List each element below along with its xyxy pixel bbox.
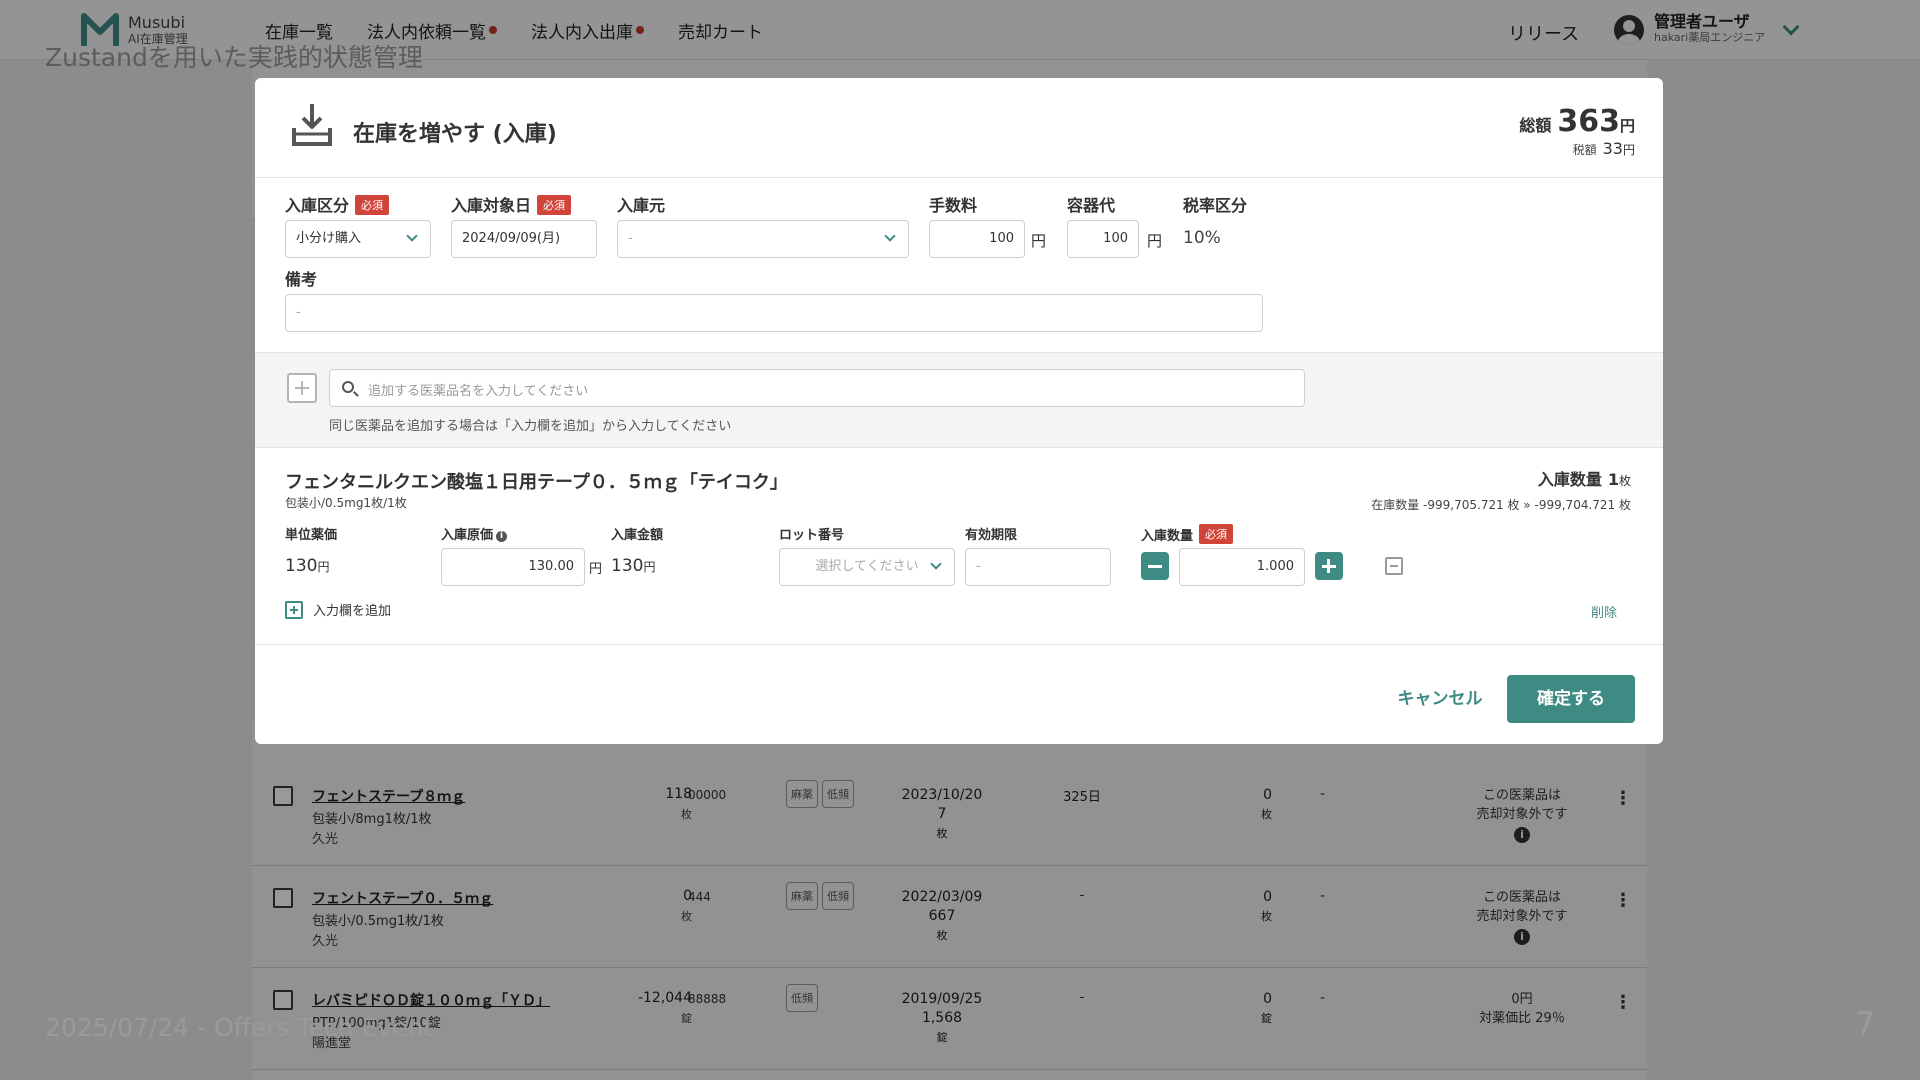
expiry-label: 有効期限 [965,528,1018,543]
cost-input[interactable]: 130.00 [441,548,585,586]
note-label: 備考 [285,270,318,289]
cost-yen-unit: 円 [589,562,603,577]
stock-in-date-field[interactable]: 2024/09/09(月) [451,220,597,258]
tax-class-value: 10% [1183,228,1221,248]
tax-class-label: 税率区分 [1183,196,1248,215]
confirm-button[interactable]: 確定する [1507,675,1635,723]
total-label: 総額 [1519,116,1552,135]
amount-label: 入庫金額 [611,528,664,543]
stock-in-source-select[interactable]: - [617,220,909,258]
info-icon[interactable]: i [496,531,508,542]
tax-label: 税額 [1572,143,1597,157]
qty-summary-label: 入庫数量 [1537,470,1602,489]
note-input[interactable]: - [285,294,1263,332]
modal-title: 在庫を増やす (入庫) [353,122,557,147]
in-qty-label: 入庫数量 必須 [1141,524,1234,544]
cancel-button[interactable]: キャンセル [1365,675,1515,723]
total-summary: 総額 363円 税額 33円 [1519,104,1635,158]
add-drug-plus-icon[interactable] [287,373,317,403]
container-fee-label: 容器代 [1067,196,1116,215]
add-row-label: 入力欄を追加 [313,604,392,619]
modal-footer: キャンセル 確定する [255,644,1663,744]
stock-in-date-label: 入庫対象日 必須 [451,192,572,216]
decrement-button[interactable] [1141,552,1169,580]
tax-value: 33 [1602,139,1623,158]
search-icon [342,381,354,393]
chevron-down-icon [406,230,418,242]
plus-square-icon [285,600,303,619]
chevron-down-icon [884,230,896,242]
delete-item-link[interactable]: 削除 [1591,602,1617,621]
fee-label: 手数料 [929,196,978,215]
container-fee-input[interactable]: 100 [1067,220,1139,258]
container-yen-unit: 円 [1147,232,1163,250]
search-hint: 同じ医薬品を追加する場合は「入力欄を追加」から入力してください [329,419,732,434]
stock-in-modal: 在庫を増やす (入庫) 総額 363円 税額 33円 入庫区分 必須 小分け購入 入庫… [255,78,1663,744]
add-input-row-button[interactable]: 入力欄を追加 [285,600,391,619]
modal-header: 在庫を増やす (入庫) 総額 363円 税額 33円 [255,78,1663,178]
drug-search-input[interactable]: 追加する医薬品名を入力してください [329,369,1305,407]
lot-label: ロット番号 [779,528,845,543]
lot-select[interactable]: 選択してください [779,548,955,586]
unit-price-value: 130円 [285,556,330,576]
qty-summary-unit: 枚 [1618,474,1631,488]
stock-change-line: 在庫数量 -999,705.721 枚 » -999,704.721 枚 [1371,498,1631,512]
stock-in-type-select[interactable]: 小分け購入 [285,220,431,258]
expiry-input[interactable]: - [965,548,1111,586]
unit-price-label: 単位薬価 [285,528,338,543]
stock-in-source-label: 入庫元 [617,196,666,215]
stock-in-source-value: - [628,231,633,246]
tax-unit: 円 [1622,143,1635,157]
amount-value: 130円 [611,556,656,576]
item-package: 包装小/0.5mg1枚/1枚 [285,496,407,510]
required-badge: 必須 [537,195,572,215]
slide-footer: 2025/07/24 - Offers Tech Event [45,1013,434,1042]
lot-placeholder: 選択してください [815,559,919,574]
item-quantity-summary: 入庫数量 1枚 [1538,466,1631,490]
required-badge: 必須 [355,195,390,215]
cost-label: 入庫原価 i [441,524,508,543]
fee-input[interactable]: 100 [929,220,1025,258]
chevron-down-icon [930,558,942,570]
download-tray-icon [292,104,332,146]
required-badge: 必須 [1199,524,1234,544]
remove-row-icon[interactable] [1385,557,1403,575]
slide-number: 7 [1855,1005,1876,1043]
fee-yen-unit: 円 [1031,232,1047,250]
drug-search-section: 追加する医薬品名を入力してください 同じ医薬品を追加する場合は「入力欄を追加」か… [255,352,1663,448]
increment-button[interactable] [1315,552,1343,580]
stock-in-type-value: 小分け購入 [296,231,362,246]
stock-in-type-label: 入庫区分 必須 [285,192,390,216]
qty-summary-value: 1 [1607,470,1619,489]
total-unit: 円 [1619,117,1635,135]
item-name: フェンタニルクエン酸塩１日用テープ０．５ｍｇ「テイコク」 [285,472,788,493]
total-value: 363 [1557,104,1620,139]
in-qty-input[interactable]: 1.000 [1179,548,1305,586]
search-placeholder: 追加する医薬品名を入力してください [368,384,589,399]
